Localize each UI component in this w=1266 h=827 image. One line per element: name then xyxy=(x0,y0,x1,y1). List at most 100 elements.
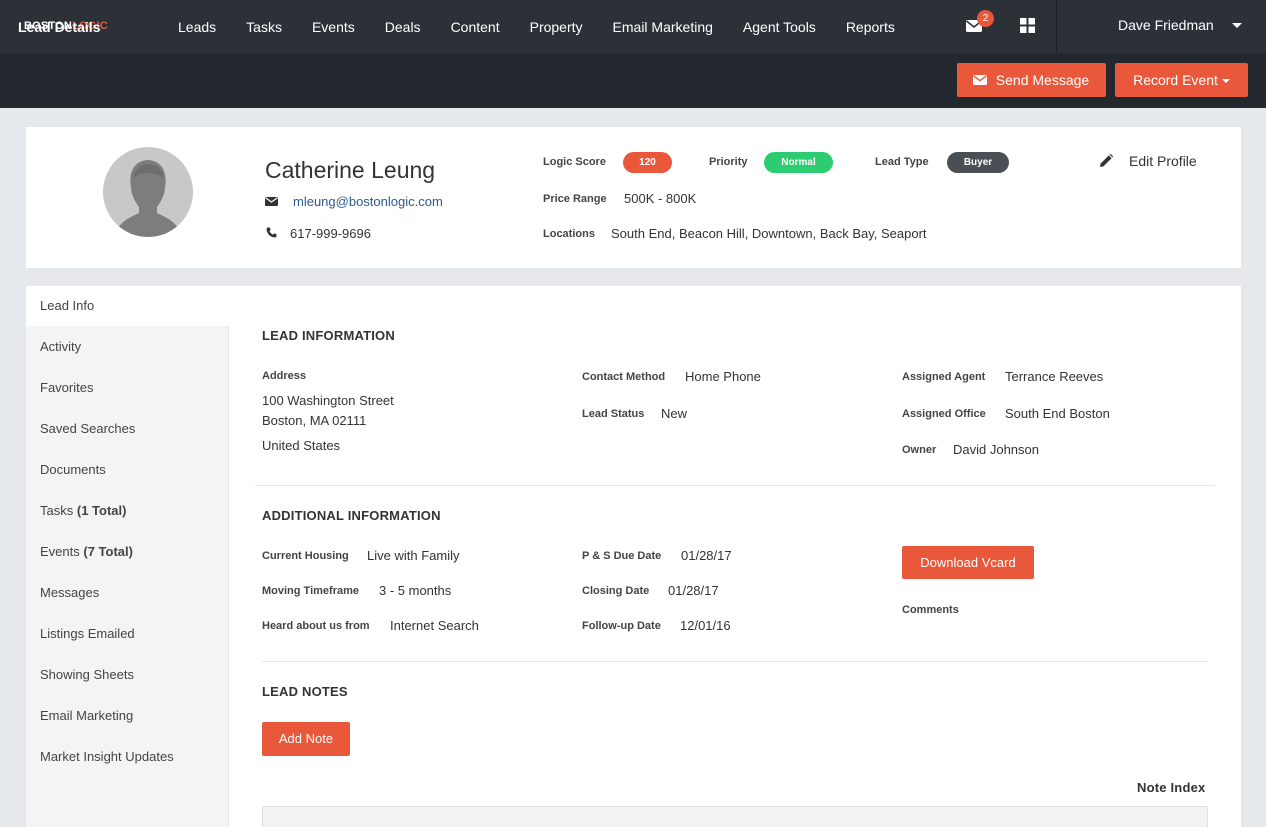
envelope-icon xyxy=(973,75,987,85)
locations-label: Locations xyxy=(543,228,595,240)
ps-due-date-value: 01/28/17 xyxy=(681,548,732,563)
apps-grid-icon[interactable] xyxy=(1020,18,1035,33)
address-line3: United States xyxy=(262,438,341,453)
followup-date-value: 12/01/16 xyxy=(680,618,731,633)
lead-phone: 617-999-9696 xyxy=(290,226,371,241)
nav-deals[interactable]: Deals xyxy=(370,0,436,53)
notes-list-container xyxy=(262,806,1208,827)
sidebar-item-email-marketing[interactable]: Email Marketing xyxy=(26,696,229,736)
contact-method-value: Home Phone xyxy=(685,369,761,384)
lead-notes-heading: LEAD NOTES xyxy=(262,684,348,699)
record-event-button[interactable]: Record Event xyxy=(1115,63,1248,97)
heard-about-us-value: Internet Search xyxy=(390,618,479,633)
lead-email-link[interactable]: mleung@bostonlogic.com xyxy=(293,194,443,209)
envelope-icon xyxy=(265,197,278,206)
send-message-button[interactable]: Send Message xyxy=(957,63,1106,97)
lead-details-panel: LEAD INFORMATION Address 100 Washington … xyxy=(229,286,1241,827)
sidebar-item-label: Listings Emailed xyxy=(40,626,135,641)
closing-date-label: Closing Date xyxy=(582,585,650,597)
mail-count-badge: 2 xyxy=(977,10,994,27)
send-message-label: Send Message xyxy=(995,72,1090,88)
record-event-label: Record Event xyxy=(1133,72,1218,88)
priority-badge: Normal xyxy=(764,152,833,173)
person-silhouette-icon xyxy=(113,160,183,237)
nav-tasks[interactable]: Tasks xyxy=(231,0,297,53)
sidebar-item-listings-emailed[interactable]: Listings Emailed xyxy=(26,614,229,654)
nav-property[interactable]: Property xyxy=(515,0,598,53)
sidebar-item-label: Saved Searches xyxy=(40,421,136,436)
sidebar-item-market-insight-updates[interactable]: Market Insight Updates xyxy=(26,737,229,777)
nav-content[interactable]: Content xyxy=(436,0,515,53)
heard-about-us-label: Heard about us from xyxy=(262,620,370,632)
note-index-heading: Note Index xyxy=(1137,780,1206,795)
lead-sidebar: Lead Info Activity Favorites Saved Searc… xyxy=(26,286,229,827)
download-vcard-button[interactable]: Download Vcard xyxy=(902,546,1034,579)
nav-events[interactable]: Events xyxy=(297,0,370,53)
sidebar-item-label: Lead Info xyxy=(40,298,95,313)
nav-reports[interactable]: Reports xyxy=(831,0,910,53)
priority-label: Priority xyxy=(709,156,748,168)
lead-name: Catherine Leung xyxy=(265,157,436,183)
user-menu[interactable]: Dave Friedman xyxy=(1118,17,1214,33)
moving-timeframe-value: 3 - 5 months xyxy=(379,583,452,598)
moving-timeframe-label: Moving Timeframe xyxy=(262,585,359,597)
lead-profile-card: Catherine Leung mleung@bostonlogic.com 6… xyxy=(26,127,1241,268)
section-divider xyxy=(255,485,1215,486)
price-range-label: Price Range xyxy=(543,193,607,205)
sidebar-item-documents[interactable]: Documents xyxy=(26,450,229,490)
locations-value: South End, Beacon Hill, Downtown, Back B… xyxy=(611,226,927,241)
nav-agent-tools[interactable]: Agent Tools xyxy=(728,0,831,53)
followup-date-label: Follow-up Date xyxy=(582,620,661,632)
sidebar-item-count: (7 Total) xyxy=(83,544,133,559)
lead-type-label: Lead Type xyxy=(875,156,929,168)
sidebar-item-count: (1 Total) xyxy=(76,503,127,518)
phone-icon xyxy=(266,227,277,238)
main-nav: Leads Tasks Events Deals Content Propert… xyxy=(163,0,910,53)
page-title: Lead Details xyxy=(18,19,101,35)
edit-profile-link[interactable]: Edit Profile xyxy=(1129,153,1197,169)
section-divider xyxy=(262,661,1208,662)
sidebar-item-lead-info[interactable]: Lead Info xyxy=(26,286,229,326)
address-line2: Boston, MA 02111 xyxy=(262,413,367,428)
assigned-office-label: Assigned Office xyxy=(902,408,986,420)
owner-label: Owner xyxy=(902,444,937,456)
sidebar-item-label: Showing Sheets xyxy=(40,667,134,682)
sidebar-item-label: Favorites xyxy=(40,380,94,395)
lead-status-value: New xyxy=(661,406,688,421)
sidebar-item-saved-searches[interactable]: Saved Searches xyxy=(26,409,229,449)
closing-date-value: 01/28/17 xyxy=(668,583,719,598)
caret-down-icon xyxy=(1221,79,1230,84)
assigned-agent-value: Terrance Reeves xyxy=(1005,369,1104,384)
ps-due-date-label: P & S Due Date xyxy=(582,550,662,562)
lead-status-label: Lead Status xyxy=(582,408,645,420)
sidebar-item-label: Email Marketing xyxy=(40,708,134,723)
user-menu-chevron-down-icon[interactable] xyxy=(1232,23,1242,28)
address-line1: 100 Washington Street xyxy=(262,393,394,408)
sidebar-item-label: Messages xyxy=(40,585,100,600)
sidebar-item-messages[interactable]: Messages xyxy=(26,573,229,613)
sidebar-item-label: Tasks xyxy=(40,503,74,518)
sidebar-item-favorites[interactable]: Favorites xyxy=(26,368,229,408)
current-housing-value: Live with Family xyxy=(367,548,460,563)
sidebar-item-activity[interactable]: Activity xyxy=(26,327,229,367)
assigned-agent-label: Assigned Agent xyxy=(902,371,986,383)
lead-information-heading: LEAD INFORMATION xyxy=(262,328,395,343)
comments-label: Comments xyxy=(902,604,959,616)
pencil-icon[interactable] xyxy=(1099,154,1113,168)
sidebar-item-label: Market Insight Updates xyxy=(40,749,174,764)
sidebar-item-tasks[interactable]: Tasks (1 Total) xyxy=(26,491,229,531)
current-housing-label: Current Housing xyxy=(262,550,349,562)
logic-score-badge: 120 xyxy=(623,152,672,173)
sidebar-item-label: Activity xyxy=(40,339,82,354)
sidebar-item-events[interactable]: Events (7 Total) xyxy=(26,532,229,572)
price-range-value: 500K - 800K xyxy=(624,191,697,206)
avatar xyxy=(103,147,193,237)
logic-score-label: Logic Score xyxy=(543,156,606,168)
address-label: Address xyxy=(262,370,307,382)
owner-value: David Johnson xyxy=(953,442,1039,457)
sidebar-item-showing-sheets[interactable]: Showing Sheets xyxy=(26,655,229,695)
nav-leads[interactable]: Leads xyxy=(163,0,231,53)
lead-type-badge: Buyer xyxy=(947,152,1009,173)
add-note-button[interactable]: Add Note xyxy=(262,722,350,756)
nav-email-marketing[interactable]: Email Marketing xyxy=(598,0,728,53)
